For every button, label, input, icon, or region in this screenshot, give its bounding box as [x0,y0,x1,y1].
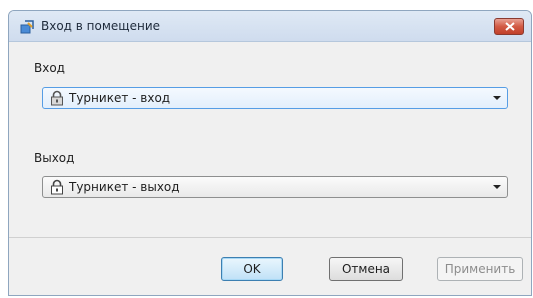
apply-button[interactable]: Применить [437,257,523,281]
close-button[interactable] [494,18,524,35]
entry-label: Вход [34,61,65,75]
entry-value: Турникет - вход [69,91,171,105]
exit-select[interactable]: Турникет - выход [42,176,508,198]
exit-value: Турникет - выход [69,180,180,194]
close-icon [505,22,515,31]
chevron-down-icon [493,185,501,189]
entry-select[interactable]: Турникет - вход [42,87,508,109]
footer-divider [9,237,531,238]
chevron-down-icon [493,96,501,100]
padlock-icon [51,179,63,195]
cancel-button[interactable]: Отмена [329,257,403,281]
ok-button[interactable]: OK [221,257,283,281]
padlock-icon [51,90,63,106]
dialog-window: Вход в помещение Вход Турникет - вход Вы… [8,10,532,296]
door-access-icon [20,20,34,34]
title-bar[interactable]: Вход в помещение [9,11,531,42]
exit-label: Выход [34,151,75,165]
window-title: Вход в помещение [41,19,161,33]
